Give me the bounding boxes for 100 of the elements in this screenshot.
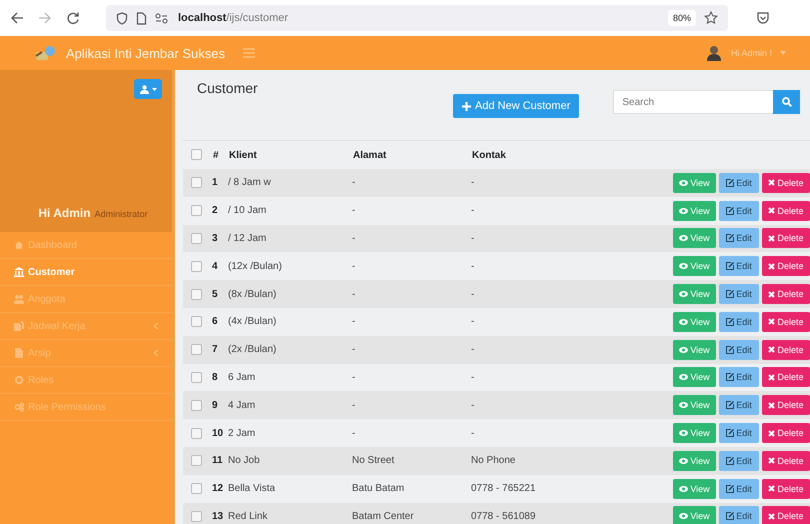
delete-button[interactable]: Delete — [762, 478, 810, 499]
row-checkbox[interactable] — [191, 177, 202, 188]
edit-button[interactable]: Edit — [719, 423, 759, 444]
delete-button[interactable]: Delete — [762, 200, 810, 221]
edit-button[interactable]: Edit — [719, 312, 759, 332]
view-button[interactable]: View — [673, 228, 716, 248]
delete-button[interactable]: Delete — [762, 395, 810, 416]
edit-button[interactable]: Edit — [719, 284, 759, 304]
row-checkbox[interactable] — [191, 400, 202, 411]
table-cell: - — [471, 428, 474, 439]
eye-icon — [679, 263, 688, 270]
edit-button[interactable]: Edit — [719, 228, 759, 248]
star-icon[interactable] — [704, 11, 718, 25]
table-cell: Batam Center — [352, 510, 414, 522]
row-checkbox[interactable] — [191, 510, 202, 522]
edit-button[interactable]: Edit — [719, 395, 759, 416]
eye-icon — [679, 318, 688, 325]
edit-button[interactable]: Edit — [719, 200, 759, 221]
table-cell: - — [352, 260, 356, 272]
forward-icon[interactable] — [38, 11, 52, 25]
edit-button[interactable]: Edit — [719, 256, 759, 276]
search-button[interactable] — [773, 90, 800, 114]
delete-button[interactable]: Delete — [762, 423, 810, 444]
close-icon — [768, 262, 776, 270]
view-button[interactable]: View — [673, 450, 716, 471]
close-icon — [768, 207, 776, 214]
view-button[interactable]: View — [673, 312, 716, 332]
delete-button[interactable]: Delete — [762, 284, 810, 304]
view-button[interactable]: View — [673, 172, 716, 193]
edit-icon — [726, 484, 734, 493]
delete-button[interactable]: Delete — [762, 228, 810, 248]
view-button[interactable]: View — [673, 506, 716, 524]
view-button[interactable]: View — [673, 395, 716, 416]
page-title: Customer — [197, 80, 259, 96]
close-icon — [768, 374, 776, 381]
edit-button[interactable]: Edit — [719, 506, 759, 524]
row-checkbox[interactable] — [191, 316, 202, 328]
view-button[interactable]: View — [673, 478, 716, 499]
menu-icon[interactable] — [242, 48, 255, 58]
table-cell: (8x /Bulan) — [228, 288, 276, 300]
row-checkbox[interactable] — [191, 344, 202, 356]
delete-button[interactable]: Delete — [762, 172, 810, 193]
search-field[interactable]: Search — [613, 90, 774, 114]
table-cell: (12x /Bulan) — [228, 260, 282, 272]
edit-button[interactable]: Edit — [719, 340, 759, 360]
table-cell: 4 Jam — [228, 400, 256, 411]
edit-button[interactable]: Edit — [719, 478, 759, 499]
view-button[interactable]: View — [673, 423, 716, 444]
delete-button[interactable]: Delete — [762, 312, 810, 332]
delete-button[interactable]: Delete — [762, 450, 810, 471]
eye-icon — [679, 374, 688, 380]
zoom-badge[interactable]: 80% — [668, 10, 696, 26]
table-cell: 2 Jam — [228, 428, 256, 439]
view-button[interactable]: View — [673, 284, 716, 304]
edit-button[interactable]: Edit — [719, 367, 759, 388]
edit-icon — [726, 346, 734, 354]
sidebar-item[interactable]: Customer — [0, 259, 172, 286]
view-button[interactable]: View — [673, 256, 716, 276]
row-number: 5 — [212, 288, 218, 300]
close-icon — [768, 457, 776, 464]
view-button[interactable]: View — [673, 340, 716, 360]
row-checkbox[interactable] — [191, 483, 202, 494]
edit-icon — [726, 373, 734, 382]
edit-icon — [726, 234, 734, 242]
menu-item-icon — [14, 402, 24, 412]
edit-icon — [726, 429, 734, 438]
view-button[interactable]: View — [673, 367, 716, 388]
delete-button[interactable]: Delete — [762, 367, 810, 388]
edit-icon — [726, 512, 734, 520]
add-customer-button[interactable]: Add New Customer — [453, 94, 580, 118]
delete-button[interactable]: Delete — [762, 256, 810, 276]
user-dropdown-button[interactable] — [134, 79, 162, 99]
row-checkbox[interactable] — [191, 232, 202, 244]
edit-icon — [726, 206, 734, 215]
row-checkbox[interactable] — [191, 205, 202, 216]
edit-button[interactable]: Edit — [719, 450, 759, 471]
eye-icon — [679, 180, 688, 186]
table-cell: - — [352, 428, 356, 439]
close-icon — [768, 430, 776, 437]
row-checkbox[interactable] — [191, 260, 202, 272]
search-icon — [782, 97, 792, 107]
delete-button[interactable]: Delete — [762, 340, 810, 360]
row-number: 10 — [212, 428, 224, 439]
row-checkbox[interactable] — [191, 288, 202, 300]
row-checkbox[interactable] — [191, 455, 202, 466]
caret-icon — [780, 51, 786, 55]
view-button[interactable]: View — [673, 200, 716, 221]
reload-icon[interactable] — [66, 11, 80, 25]
table-cell: Batu Batam — [352, 483, 404, 494]
select-all-checkbox[interactable] — [191, 149, 202, 160]
pocket-icon[interactable] — [756, 11, 770, 25]
row-checkbox[interactable] — [191, 372, 202, 383]
table-cell: (4x /Bulan) — [228, 316, 276, 328]
back-icon[interactable] — [10, 11, 24, 25]
delete-button[interactable]: Delete — [762, 506, 810, 524]
edit-icon — [726, 262, 734, 270]
row-checkbox[interactable] — [191, 428, 202, 438]
edit-button[interactable]: Edit — [719, 172, 759, 193]
address-bar[interactable]: localhost/ijs/customer 80% — [106, 5, 728, 31]
user-icon — [140, 84, 148, 94]
